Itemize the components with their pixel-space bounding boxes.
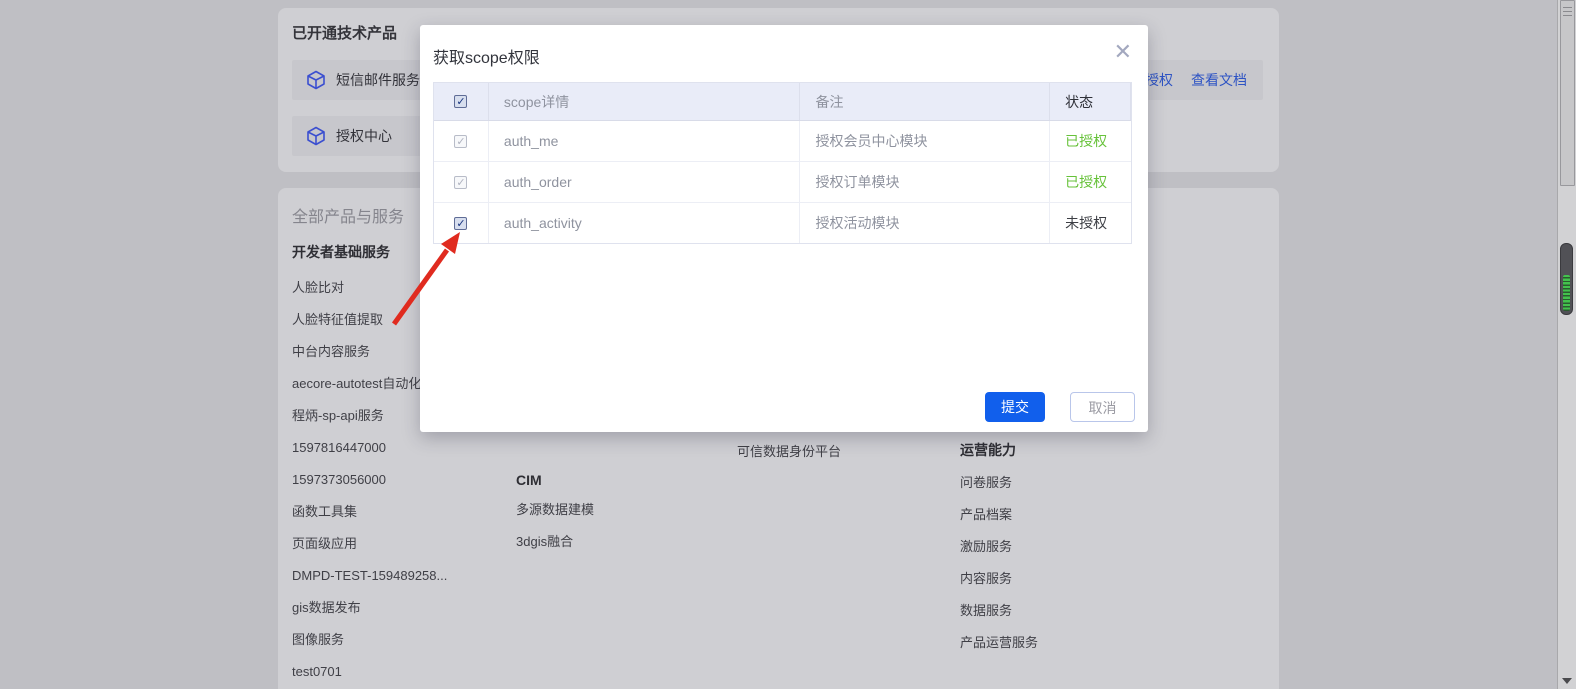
product-list-item[interactable]: 数据服务 bbox=[960, 595, 1038, 627]
scope-name: auth_order bbox=[489, 162, 801, 202]
all-products-title: 全部产品与服务 bbox=[292, 203, 404, 227]
select-all-checkbox[interactable]: ✓ bbox=[454, 95, 467, 108]
product-list-item[interactable]: DMPD-TEST-159489258... bbox=[292, 560, 447, 592]
cube-icon bbox=[305, 69, 327, 91]
opened-products-title: 已开通技术产品 bbox=[292, 22, 397, 43]
column-header-remark: 备注 bbox=[800, 83, 1050, 120]
scope-table-body: ✓auth_me授权会员中心模块已授权✓auth_order授权订单模块已授权✓… bbox=[434, 121, 1131, 243]
row-checkbox-cell: ✓ bbox=[434, 162, 489, 202]
submit-button[interactable]: 提交 bbox=[985, 392, 1045, 422]
row-checkbox: ✓ bbox=[454, 135, 467, 148]
row-checkbox-cell: ✓ bbox=[434, 121, 489, 161]
product-name: 短信邮件服务 bbox=[336, 60, 420, 100]
scrollbar-down-arrow[interactable] bbox=[1562, 678, 1572, 684]
scope-remark: 授权活动模块 bbox=[800, 203, 1050, 243]
row-checkbox[interactable]: ✓ bbox=[454, 217, 467, 230]
category-item-list: 多源数据建模3dgis融合 bbox=[516, 494, 594, 558]
table-row: ✓ auth_me授权会员中心模块已授权 bbox=[434, 121, 1131, 162]
indicator-green-stripes bbox=[1563, 275, 1570, 311]
modal-title: 获取scope权限 bbox=[433, 44, 540, 68]
service-auth-link[interactable]: 授权 bbox=[1145, 72, 1173, 88]
product-list-item[interactable]: gis数据发布 bbox=[292, 592, 447, 624]
category-header: 开发者基础服务 bbox=[292, 242, 390, 262]
product-list-item[interactable]: 函数工具集 bbox=[292, 496, 447, 528]
table-row: ✓ auth_order授权订单模块已授权 bbox=[434, 162, 1131, 203]
scope-table: ✓ scope详情 备注 状态 ✓ auth_me授权会员中心模块已授权 ✓ auth… bbox=[433, 82, 1132, 244]
cube-icon bbox=[305, 125, 327, 147]
category-header: 运营能力 bbox=[960, 440, 1016, 460]
row-checkbox: ✓ bbox=[454, 176, 467, 189]
table-row: ✓ auth_activity授权活动模块未授权 bbox=[434, 203, 1131, 243]
product-list-item[interactable]: test0701 bbox=[292, 656, 447, 688]
scope-status: 未授权 bbox=[1050, 203, 1131, 243]
column-header-status: 状态 bbox=[1050, 83, 1131, 120]
product-list-item[interactable]: 产品档案 bbox=[960, 499, 1038, 531]
category-item-list: 问卷服务产品档案激励服务内容服务数据服务产品运营服务 bbox=[960, 467, 1038, 659]
scrollbar-thumb[interactable] bbox=[1560, 0, 1575, 186]
scope-name: auth_me bbox=[489, 121, 801, 161]
extension-indicator bbox=[1560, 243, 1573, 315]
product-list-item[interactable]: 内容服务 bbox=[960, 563, 1038, 595]
column-header-scope: scope详情 bbox=[489, 83, 801, 120]
product-list-item[interactable]: 产品运营服务 bbox=[960, 627, 1038, 659]
cancel-button[interactable]: 取消 bbox=[1070, 392, 1135, 422]
product-name: 授权中心 bbox=[336, 116, 392, 156]
category-item-list: 可信数据身份平台 bbox=[737, 436, 841, 468]
product-list-item[interactable]: 页面级应用 bbox=[292, 528, 447, 560]
select-all-cell: ✓ bbox=[434, 83, 489, 120]
product-list-item[interactable]: 多源数据建模 bbox=[516, 494, 594, 526]
view-docs-link[interactable]: 查看文档 bbox=[1191, 72, 1247, 88]
scope-permission-modal: 获取scope权限 ✕ ✓ scope详情 备注 状态 ✓ auth_me授权会员… bbox=[420, 25, 1148, 432]
product-list-item[interactable]: 3dgis融合 bbox=[516, 526, 594, 558]
scope-remark: 授权订单模块 bbox=[800, 162, 1050, 202]
product-list-item[interactable]: 激励服务 bbox=[960, 531, 1038, 563]
product-list-item[interactable]: 问卷服务 bbox=[960, 467, 1038, 499]
scope-status: 已授权 bbox=[1050, 162, 1131, 202]
browser-scrollbar[interactable] bbox=[1557, 0, 1576, 689]
scope-status: 已授权 bbox=[1050, 121, 1131, 161]
scope-name: auth_activity bbox=[489, 203, 801, 243]
scope-remark: 授权会员中心模块 bbox=[800, 121, 1050, 161]
row-checkbox-cell: ✓ bbox=[434, 203, 489, 243]
table-header-row: ✓ scope详情 备注 状态 bbox=[434, 83, 1131, 121]
product-list-item[interactable]: 1597373056000 bbox=[292, 464, 447, 496]
close-icon[interactable]: ✕ bbox=[1114, 38, 1132, 66]
product-list-item[interactable]: 可信数据身份平台 bbox=[737, 436, 841, 468]
product-list-item[interactable]: 图像服务 bbox=[292, 624, 447, 656]
product-list-item[interactable]: 1597816447000 bbox=[292, 432, 447, 464]
category-header: CIM bbox=[516, 470, 542, 490]
